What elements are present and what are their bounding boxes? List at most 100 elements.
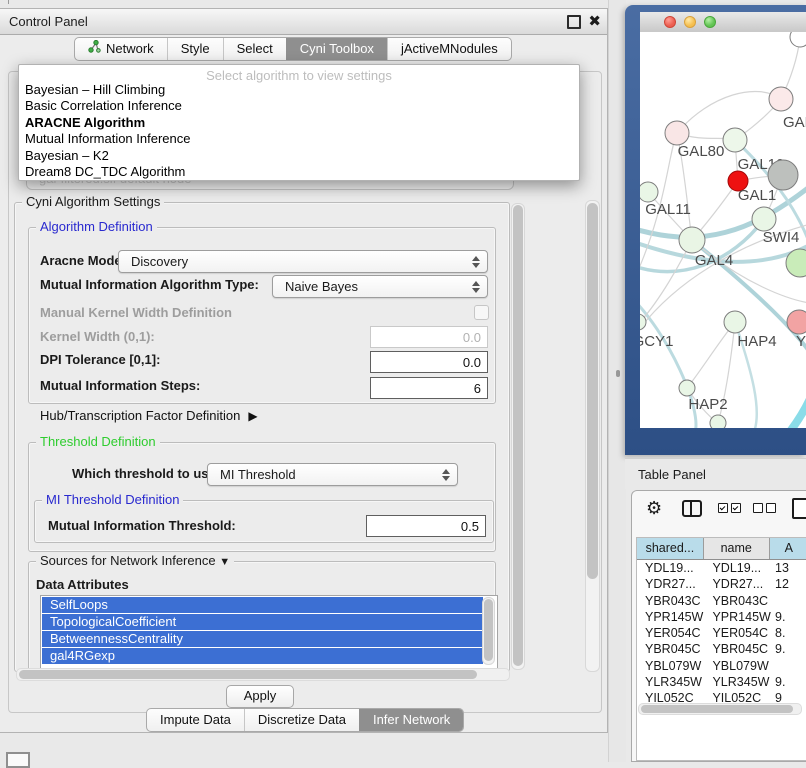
- table-cell: YDL19...: [637, 560, 704, 576]
- select-all-icon[interactable]: [718, 491, 741, 525]
- hub-definition-toggle[interactable]: Hub/Transcription Factor Definition ▶: [40, 408, 258, 423]
- network-node-label: GCY1: [640, 333, 673, 350]
- bottom-tab-bar: Impute Data Discretize Data Infer Networ…: [146, 708, 464, 732]
- popup-algorithm-item[interactable]: Mutual Information Inference: [19, 131, 579, 147]
- table-panel-title: Table Panel: [638, 467, 706, 482]
- tab-infer-network[interactable]: Infer Network: [359, 709, 463, 731]
- table-cell: YLR345W: [637, 674, 704, 690]
- panel-scrollbar[interactable]: [585, 200, 600, 672]
- sources-group-title[interactable]: Sources for Network Inference ▼: [36, 553, 234, 568]
- network-node[interactable]: [787, 310, 806, 334]
- control-panel-window: Control Panel ✖ Network Style Select Cyn…: [0, 8, 608, 733]
- table-row[interactable]: YER054CYER054C8.: [637, 625, 806, 641]
- float-icon[interactable]: [567, 15, 581, 29]
- table-cell: 12: [771, 576, 806, 592]
- popup-algorithm-item[interactable]: Basic Correlation Inference: [19, 98, 579, 114]
- which-threshold-combo[interactable]: MI Threshold: [207, 463, 458, 486]
- table-cell: 13: [771, 560, 806, 576]
- network-node[interactable]: [768, 160, 798, 190]
- popup-algorithm-item[interactable]: ARACNE Algorithm: [19, 115, 579, 131]
- mi-steps-field[interactable]: [370, 377, 488, 399]
- tab-label: Select: [237, 38, 273, 60]
- minimized-panel-icon[interactable]: [6, 752, 30, 768]
- divider-resize-handle[interactable]: [616, 370, 620, 377]
- data-attribute-item[interactable]: BetweennessCentrality: [42, 631, 483, 647]
- network-node[interactable]: [640, 182, 658, 202]
- minimize-traffic-light-icon[interactable]: [684, 16, 696, 28]
- table-cell: 9.: [771, 641, 806, 657]
- table-cell: 9.: [771, 609, 806, 625]
- control-panel-titlebar[interactable]: Control Panel ✖: [0, 9, 607, 35]
- tab-jactivemnodules[interactable]: jActiveMNodules: [387, 38, 511, 60]
- network-node[interactable]: [679, 380, 695, 396]
- tab-style[interactable]: Style: [167, 38, 223, 60]
- manual-kernel-checkbox[interactable]: [474, 305, 489, 320]
- table-row[interactable]: YPR145WYPR145W9.: [637, 609, 806, 625]
- data-attribute-item[interactable]: SelfLoops: [42, 597, 483, 613]
- tab-impute-data[interactable]: Impute Data: [147, 709, 244, 731]
- mi-threshold-field[interactable]: [366, 515, 486, 537]
- close-icon[interactable]: ✖: [588, 12, 601, 30]
- table-row[interactable]: YLR345WYLR345W9.: [637, 674, 806, 690]
- table-row[interactable]: YDR27...YDR27...12: [637, 576, 806, 592]
- network-node[interactable]: [752, 207, 776, 231]
- tab-network[interactable]: Network: [75, 38, 167, 60]
- tab-label: Style: [181, 38, 210, 60]
- tab-cyni-toolbox[interactable]: Cyni Toolbox: [286, 38, 387, 60]
- kernel-width-field[interactable]: [370, 326, 488, 348]
- data-attributes-list[interactable]: SelfLoopsTopologicalCoefficientBetweenne…: [40, 595, 498, 669]
- table-row[interactable]: YBR043CYBR043C: [637, 593, 806, 609]
- table-cell: [771, 658, 806, 674]
- table-hscrollbar[interactable]: [638, 703, 802, 715]
- columns-icon[interactable]: [682, 491, 702, 525]
- data-attributes-label: Data Attributes: [36, 577, 129, 592]
- table-cell: [771, 593, 806, 609]
- tab-select[interactable]: Select: [223, 38, 286, 60]
- tab-discretize-data[interactable]: Discretize Data: [244, 709, 359, 731]
- table-cell: YBR043C: [704, 593, 771, 609]
- network-node[interactable]: [723, 128, 747, 152]
- network-canvas[interactable]: GALGAL80GAL10GAL1SWI4GAL11GAL4GCY1HAP4YH…: [640, 32, 806, 428]
- tab-label: jActiveMNodules: [401, 38, 498, 60]
- apply-button[interactable]: Apply: [226, 685, 294, 708]
- zoom-traffic-light-icon[interactable]: [704, 16, 716, 28]
- popup-algorithm-item[interactable]: Bayesian – K2: [19, 148, 579, 164]
- table-cell: 8.: [771, 625, 806, 641]
- gear-icon[interactable]: ⚙: [646, 491, 662, 525]
- table-row[interactable]: YBR045CYBR045C9.: [637, 641, 806, 657]
- network-view-window[interactable]: GALGAL80GAL10GAL1SWI4GAL11GAL4GCY1HAP4YH…: [625, 5, 806, 455]
- network-node[interactable]: [769, 87, 793, 111]
- tab-label: Network: [106, 38, 154, 60]
- popup-algorithm-item[interactable]: Bayesian – Hill Climbing: [19, 82, 579, 98]
- attribute-list-scrollbar[interactable]: [482, 597, 495, 665]
- panel-divider[interactable]: [608, 0, 626, 762]
- settings-hscrollbar[interactable]: [16, 668, 510, 681]
- mi-threshold-label: Mutual Information Threshold:: [48, 518, 236, 533]
- network-node[interactable]: [790, 32, 806, 47]
- close-traffic-light-icon[interactable]: [664, 16, 676, 28]
- table-row[interactable]: YDL19...YDL19...13: [637, 560, 806, 576]
- network-node[interactable]: [679, 227, 705, 253]
- document-icon[interactable]: [792, 491, 806, 525]
- settings-scrollbar[interactable]: [511, 203, 525, 670]
- table-panel-titlebar[interactable]: Table Panel: [625, 458, 806, 489]
- table-cell: YER054C: [704, 625, 771, 641]
- network-node[interactable]: [724, 311, 746, 333]
- stepper-icon: [472, 256, 480, 268]
- dpi-tolerance-field[interactable]: [370, 351, 488, 373]
- network-node[interactable]: [665, 121, 689, 145]
- data-attribute-item[interactable]: TopologicalCoefficient: [42, 614, 483, 630]
- column-header-clipped[interactable]: A: [770, 538, 806, 559]
- table-header-row: shared... name A: [637, 538, 806, 560]
- column-header-name[interactable]: name: [704, 538, 770, 559]
- table-cell: YBL079W: [704, 658, 771, 674]
- popup-algorithm-item[interactable]: Dream8 DC_TDC Algorithm: [19, 164, 579, 180]
- mi-type-combo[interactable]: Naive Bayes: [272, 275, 488, 298]
- select-none-icon[interactable]: [753, 491, 776, 525]
- network-window-titlebar[interactable]: [640, 12, 806, 33]
- table-row[interactable]: YBL079WYBL079W: [637, 658, 806, 674]
- network-node[interactable]: [710, 415, 726, 428]
- aracne-mode-combo[interactable]: Discovery: [118, 250, 488, 273]
- column-header-shared-name[interactable]: shared...: [637, 538, 704, 559]
- data-attribute-item[interactable]: gal4RGexp: [42, 648, 483, 664]
